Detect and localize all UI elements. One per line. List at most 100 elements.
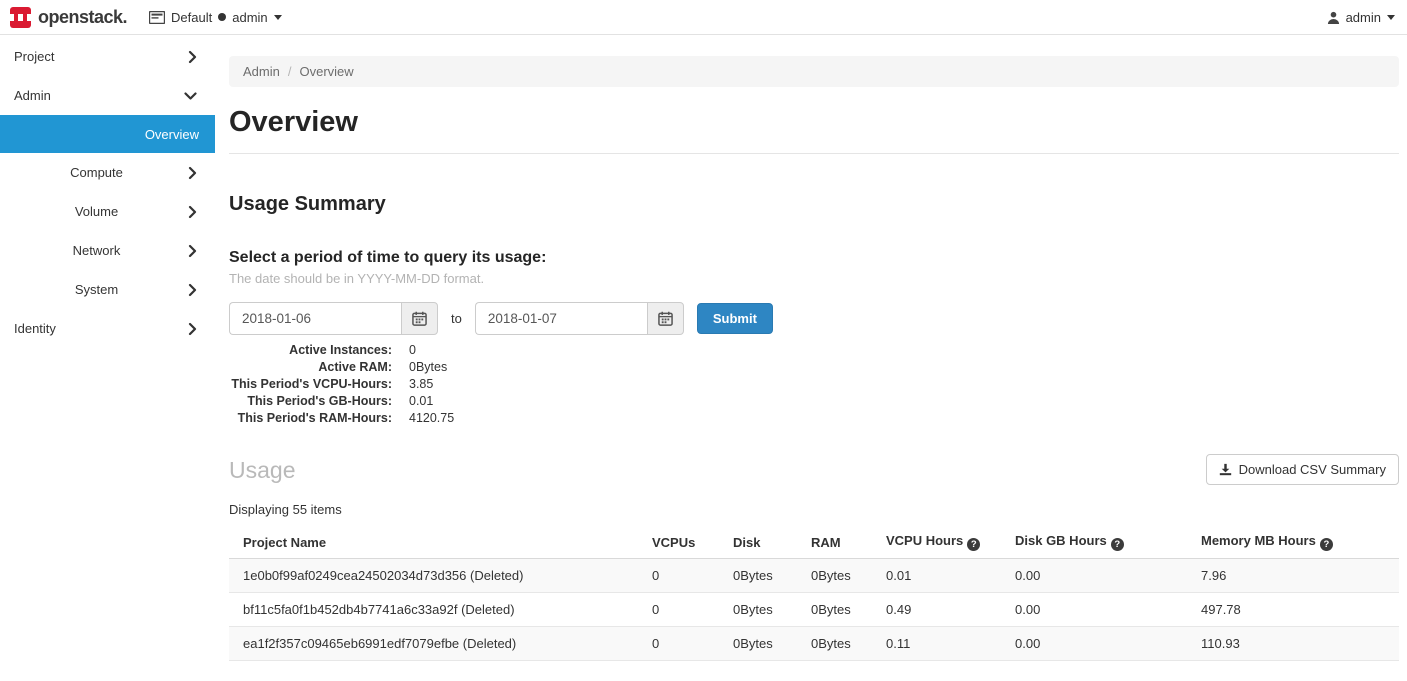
usage-section-header: Usage Download CSV Summary — [229, 454, 1399, 485]
breadcrumb-admin[interactable]: Admin — [243, 64, 280, 79]
brand-text: openstack. — [38, 7, 127, 28]
col-header-vcpu-hours[interactable]: VCPU Hours? — [872, 526, 1001, 559]
submit-button[interactable]: Submit — [697, 303, 773, 334]
col-header-label: VCPU Hours — [886, 533, 963, 548]
title-divider — [229, 153, 1399, 154]
col-header-disk-gb-hours[interactable]: Disk GB Hours? — [1001, 526, 1187, 559]
help-icon[interactable]: ? — [1111, 538, 1124, 551]
context-project: admin — [232, 10, 267, 25]
query-prompt: Select a period of time to query its usa… — [229, 248, 1399, 268]
col-header-label: RAM — [811, 535, 841, 550]
help-icon[interactable]: ? — [1320, 538, 1333, 551]
stat-ram-hours: This Period's RAM-Hours: 4120.75 — [229, 410, 1399, 427]
stat-active-ram: Active RAM: 0Bytes — [229, 359, 1399, 376]
query-hint: The date should be in YYYY-MM-DD format. — [229, 271, 1399, 287]
col-header-memory-mb-hours[interactable]: Memory MB Hours? — [1187, 526, 1399, 559]
cell-ram: 0Bytes — [797, 559, 872, 593]
chevron-right-icon — [188, 322, 197, 335]
stat-value: 4120.75 — [409, 410, 454, 427]
calendar-button[interactable] — [647, 302, 684, 335]
cell-disk-gb-hours: 0.00 — [1001, 559, 1187, 593]
sidebar-item-label: Identity — [14, 321, 56, 336]
sidebar-item-compute[interactable]: Compute — [0, 153, 215, 192]
user-menu[interactable]: admin — [1327, 10, 1395, 25]
chevron-right-icon — [188, 283, 197, 296]
user-name: admin — [1346, 10, 1381, 25]
chevron-down-icon — [184, 91, 197, 100]
sidebar-item-label: Admin — [14, 88, 51, 103]
chevron-right-icon — [188, 50, 197, 63]
cell-memory-mb-hours: 110.93 — [1187, 627, 1399, 661]
table-row: 1e0b0f99af0249cea24502034d73d356 (Delete… — [229, 559, 1399, 593]
sidebar-item-system[interactable]: System — [0, 270, 215, 309]
stat-label: This Period's RAM-Hours: — [229, 410, 392, 427]
sidebar-item-label: Overview — [145, 127, 199, 142]
to-label: to — [451, 311, 462, 326]
cell-project-name: ea1f2f357c09465eb6991edf7079efbe (Delete… — [229, 627, 638, 661]
col-header-ram[interactable]: RAM — [797, 526, 872, 559]
brand-link[interactable]: openstack. — [10, 7, 127, 28]
stat-label: This Period's GB-Hours: — [229, 393, 392, 410]
col-header-vcpus[interactable]: VCPUs — [638, 526, 719, 559]
items-count: Displaying 55 items — [229, 502, 1399, 517]
stat-gb-hours: This Period's GB-Hours: 0.01 — [229, 393, 1399, 410]
stat-value: 0Bytes — [409, 359, 447, 376]
download-csv-button[interactable]: Download CSV Summary — [1206, 454, 1399, 485]
chevron-right-icon — [188, 205, 197, 218]
col-header-label: Disk — [733, 535, 760, 550]
cell-vcpu-hours: 0.49 — [872, 593, 1001, 627]
cell-vcpus: 0 — [638, 627, 719, 661]
sidebar-item-overview[interactable]: Overview — [0, 115, 215, 153]
stat-value: 3.85 — [409, 376, 433, 393]
calendar-button[interactable] — [401, 302, 438, 335]
col-header-label: Memory MB Hours — [1201, 533, 1316, 548]
cell-vcpus: 0 — [638, 559, 719, 593]
table-row: ea1f2f357c09465eb6991edf7079efbe (Delete… — [229, 627, 1399, 661]
sidebar-item-project[interactable]: Project — [0, 37, 215, 76]
breadcrumb-separator: / — [288, 64, 292, 79]
sidebar-item-identity[interactable]: Identity — [0, 309, 215, 348]
chevron-right-icon — [188, 244, 197, 257]
user-icon — [1327, 11, 1340, 24]
sidebar-item-label: System — [75, 282, 118, 297]
table-header-row: Project Name VCPUs Disk RAM VCPU Hours? … — [229, 526, 1399, 559]
usage-stats: Active Instances: 0 Active RAM: 0Bytes T… — [229, 342, 1399, 427]
cell-ram: 0Bytes — [797, 627, 872, 661]
dot-separator-icon — [218, 13, 226, 21]
sidebar-item-volume[interactable]: Volume — [0, 192, 215, 231]
date-to-input[interactable] — [475, 302, 647, 335]
stat-active-instances: Active Instances: 0 — [229, 342, 1399, 359]
sidebar-item-label: Network — [73, 243, 121, 258]
sidebar-item-label: Compute — [70, 165, 123, 180]
download-icon — [1219, 463, 1232, 476]
stat-value: 0.01 — [409, 393, 433, 410]
calendar-icon — [412, 311, 427, 326]
table-row: bf11c5fa0f1b452db4b7741a6c33a92f (Delete… — [229, 593, 1399, 627]
main-content: Admin / Overview Overview Usage Summary … — [215, 35, 1407, 681]
col-header-project-name[interactable]: Project Name — [229, 526, 638, 559]
usage-summary-heading: Usage Summary — [229, 192, 1399, 216]
cell-vcpu-hours: 0.01 — [872, 559, 1001, 593]
col-header-disk[interactable]: Disk — [719, 526, 797, 559]
help-icon[interactable]: ? — [967, 538, 980, 551]
download-csv-label: Download CSV Summary — [1239, 462, 1386, 477]
stat-label: This Period's VCPU-Hours: — [229, 376, 392, 393]
cell-disk-gb-hours: 0.00 — [1001, 627, 1187, 661]
cell-vcpu-hours: 0.11 — [872, 627, 1001, 661]
date-range-form: to Submit — [229, 302, 1399, 335]
stat-label: Active Instances: — [229, 342, 392, 359]
chevron-right-icon — [188, 166, 197, 179]
stat-vcpu-hours: This Period's VCPU-Hours: 3.85 — [229, 376, 1399, 393]
context-switcher[interactable]: Default admin — [149, 10, 282, 25]
date-from-input[interactable] — [229, 302, 401, 335]
breadcrumb: Admin / Overview — [229, 56, 1399, 87]
sidebar-item-label: Project — [14, 49, 54, 64]
date-from-group — [229, 302, 438, 335]
sidebar-item-network[interactable]: Network — [0, 231, 215, 270]
date-to-group — [475, 302, 684, 335]
cell-project-name: 1e0b0f99af0249cea24502034d73d356 (Delete… — [229, 559, 638, 593]
col-header-label: Project Name — [243, 535, 326, 550]
chevron-down-icon — [274, 15, 282, 20]
sidebar-item-admin[interactable]: Admin — [0, 76, 215, 115]
cell-project-name: bf11c5fa0f1b452db4b7741a6c33a92f (Delete… — [229, 593, 638, 627]
